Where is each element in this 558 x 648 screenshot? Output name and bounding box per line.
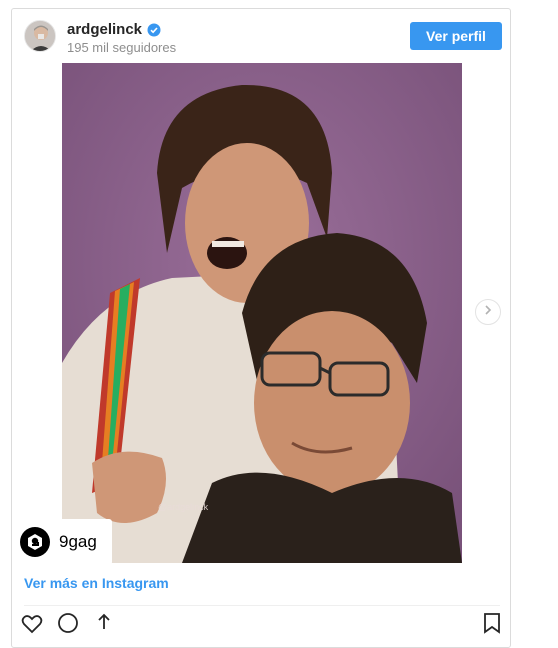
view-more-on-instagram-link[interactable]: Ver más en Instagram bbox=[24, 575, 169, 591]
9gag-overlay[interactable]: 9gag bbox=[16, 519, 112, 565]
share-icon[interactable] bbox=[92, 611, 116, 635]
follower-count: 195 mil seguidores bbox=[67, 40, 177, 55]
chevron-right-icon bbox=[482, 303, 494, 321]
username-row: ardgelinck bbox=[67, 21, 161, 38]
verified-badge-icon bbox=[147, 23, 161, 37]
view-profile-button[interactable]: Ver perfil bbox=[410, 22, 502, 50]
avatar[interactable] bbox=[24, 20, 56, 52]
9gag-logo-icon bbox=[20, 527, 50, 557]
bookmark-icon[interactable] bbox=[480, 611, 504, 635]
heart-icon[interactable] bbox=[20, 611, 44, 635]
post-photo[interactable]: @ardgelinck bbox=[62, 63, 462, 563]
comment-icon[interactable] bbox=[56, 611, 80, 635]
divider bbox=[24, 605, 500, 606]
avatar-image bbox=[25, 21, 55, 51]
next-slide-button[interactable] bbox=[475, 299, 501, 325]
post-actions bbox=[20, 611, 116, 635]
9gag-label: 9gag bbox=[59, 532, 97, 551]
username[interactable]: ardgelinck bbox=[67, 21, 142, 38]
post-header: ardgelinck 195 mil seguidores Ver perfil bbox=[12, 9, 512, 63]
photo-watermark: @ardgelinck bbox=[158, 502, 209, 512]
instagram-embed-card: ardgelinck 195 mil seguidores Ver perfil bbox=[11, 8, 511, 648]
photo-illustration bbox=[62, 63, 462, 563]
